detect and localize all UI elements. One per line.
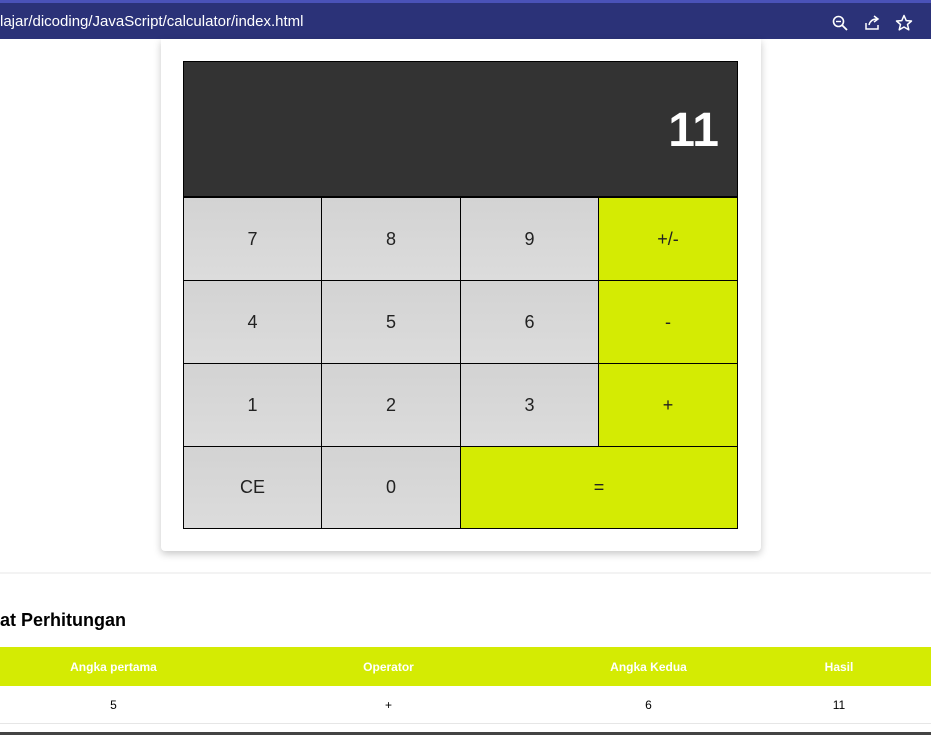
star-icon[interactable] xyxy=(895,14,913,32)
clear-button[interactable]: CE xyxy=(183,446,322,529)
key-6[interactable]: 6 xyxy=(460,280,599,364)
key-9[interactable]: 9 xyxy=(460,197,599,281)
key-2[interactable]: 2 xyxy=(321,363,461,447)
equals-button[interactable]: = xyxy=(460,446,738,529)
table-header: Angka pertama Operator Angka Kedua Hasil xyxy=(0,647,931,686)
history-table: Angka pertama Operator Angka Kedua Hasil… xyxy=(0,647,931,724)
cell-result: 11 xyxy=(832,697,846,712)
header-second-number: Angka Kedua xyxy=(610,659,687,674)
key-7[interactable]: 7 xyxy=(183,197,322,281)
calculator-keypad: 7 8 9 +/- 4 5 6 - 1 2 3 + CE 0 = xyxy=(183,197,738,529)
cell-first-number: 5 xyxy=(110,697,117,712)
section-divider xyxy=(0,572,931,574)
key-1[interactable]: 1 xyxy=(183,363,322,447)
cell-second-number: 6 xyxy=(645,697,652,712)
negate-button[interactable]: +/- xyxy=(598,197,738,281)
calculator-card: 11 7 8 9 +/- 4 5 6 - 1 2 3 + CE 0 = xyxy=(161,39,761,551)
browser-address-bar[interactable]: lajar/dicoding/JavaScript/calculator/ind… xyxy=(0,0,931,39)
table-row: 5 + 6 11 xyxy=(0,686,931,724)
header-operator: Operator xyxy=(363,659,414,674)
key-5[interactable]: 5 xyxy=(321,280,461,364)
calculator: 11 7 8 9 +/- 4 5 6 - 1 2 3 + CE 0 = xyxy=(183,61,738,529)
address-bar-actions xyxy=(831,9,913,37)
key-0[interactable]: 0 xyxy=(321,446,461,529)
calculator-display: 11 xyxy=(183,61,738,197)
display-number: 11 xyxy=(668,104,719,157)
zoom-icon[interactable] xyxy=(831,14,849,32)
key-4[interactable]: 4 xyxy=(183,280,322,364)
plus-button[interactable]: + xyxy=(598,363,738,447)
key-8[interactable]: 8 xyxy=(321,197,461,281)
share-icon[interactable] xyxy=(863,14,881,32)
header-result: Hasil xyxy=(824,659,854,674)
minus-button[interactable]: - xyxy=(598,280,738,364)
key-3[interactable]: 3 xyxy=(460,363,599,447)
url-text[interactable]: lajar/dicoding/JavaScript/calculator/ind… xyxy=(0,12,303,32)
history-title: at Perhitungan xyxy=(0,610,127,630)
cell-operator: + xyxy=(384,697,392,712)
header-first-number: Angka pertama xyxy=(70,659,157,674)
